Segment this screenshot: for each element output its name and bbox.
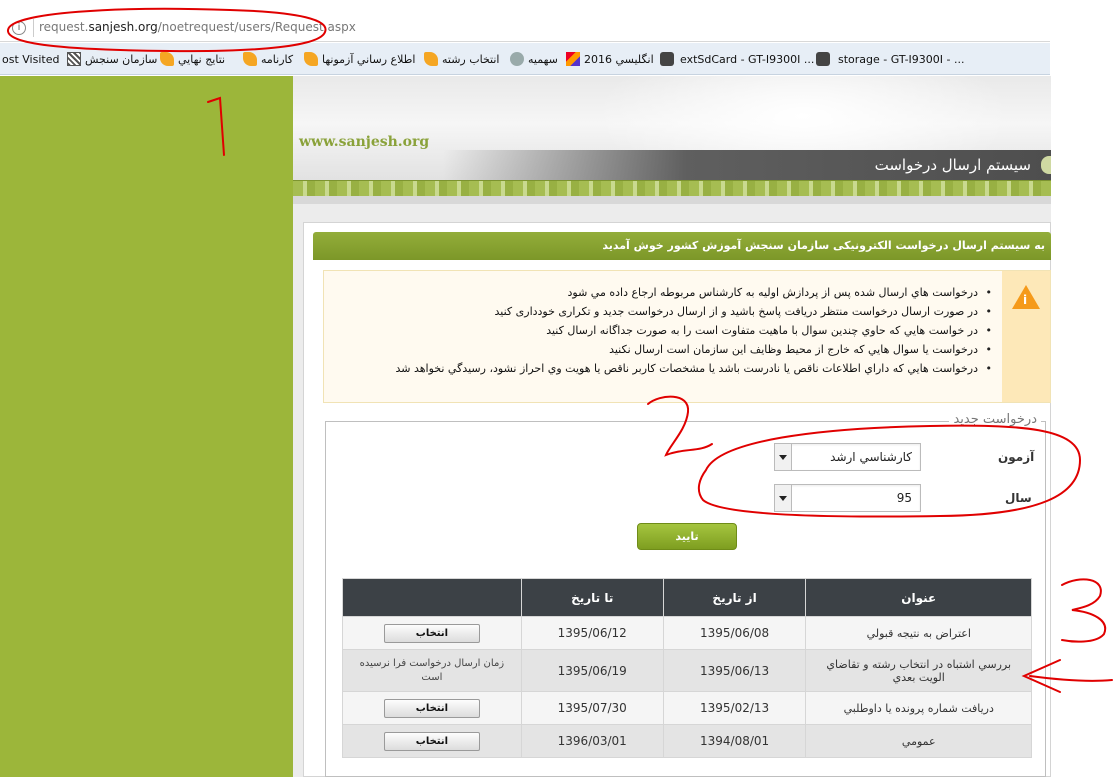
row-from-date: 1395/06/13 bbox=[662, 649, 807, 692]
notice-list: درخواست هاي ارسال شده پس از پردازش اوليه… bbox=[354, 283, 992, 378]
flame-icon bbox=[243, 52, 257, 66]
bookmark-most-visited[interactable]: ost Visited bbox=[2, 53, 59, 66]
table-header-row: عنوان از تاریخ تا تاریخ bbox=[342, 578, 1032, 617]
ornament-strip bbox=[293, 180, 1051, 196]
row-from-date: 1395/06/08 bbox=[662, 616, 807, 650]
chevron-down-icon[interactable] bbox=[775, 444, 792, 470]
row-to-date: 1395/06/12 bbox=[520, 616, 664, 650]
row-action-cell: انتخاب bbox=[342, 691, 522, 725]
row-from-date: 1394/08/01 bbox=[662, 724, 807, 758]
welcome-bar: به سیستم ارسال درخواست الکترونیکی سازمان… bbox=[313, 232, 1051, 260]
row-action-cell: انتخاب bbox=[342, 616, 522, 650]
bookmark-field-selection[interactable]: انتخاب رشته bbox=[442, 53, 500, 66]
url-path: /noetrequest/users/Request.aspx bbox=[157, 20, 356, 34]
site-url[interactable]: www.sanjesh.org bbox=[299, 134, 429, 150]
page-title: سیستم ارسال درخواست bbox=[874, 156, 1031, 174]
row-title: دريافت شماره پرونده يا داوطلبي bbox=[805, 691, 1032, 725]
year-select-value: 95 bbox=[896, 491, 912, 505]
row-to-date: 1396/03/01 bbox=[520, 724, 664, 758]
row-title: بررسي اشتباه در انتخاب رشته و تقاضاي الو… bbox=[805, 649, 1032, 692]
annotation-label-three: 3 bbox=[0, 0, 1, 1]
bookmark-english[interactable]: 2016 انگليسي bbox=[584, 53, 654, 66]
row-action-cell: انتخاب bbox=[342, 724, 522, 758]
flame-icon bbox=[424, 52, 438, 66]
notice-sidebar: i bbox=[1002, 271, 1050, 402]
notice-item: درخواست هاي ارسال شده پس از پردازش اوليه… bbox=[354, 283, 992, 302]
site-header: www.sanjesh.org سیستم ارسال درخواست bbox=[293, 76, 1051, 196]
table-row: بررسي اشتباه در انتخاب رشته و تقاضاي الو… bbox=[342, 649, 1032, 692]
left-sidebar bbox=[0, 76, 293, 777]
title-marker bbox=[1041, 156, 1051, 174]
bookmark-storage[interactable]: storage - GT-I9300I - ... bbox=[838, 53, 965, 66]
select-button[interactable]: انتخاب bbox=[383, 698, 480, 718]
select-button[interactable]: انتخاب bbox=[383, 731, 480, 751]
bookmark-final-results[interactable]: نتايج نهايي bbox=[178, 53, 225, 66]
annotation-label-two: 2 bbox=[0, 0, 1, 1]
select-button[interactable]: انتخاب bbox=[383, 623, 480, 643]
column-header-title: عنوان bbox=[805, 578, 1032, 617]
notice-item: در خواست هايي که حاوي چندين سوال با ماهي… bbox=[354, 321, 992, 340]
confirm-button[interactable]: تایید bbox=[637, 523, 737, 550]
request-types-table: عنوان از تاریخ تا تاریخ اعتراض به نتيجه … bbox=[342, 578, 1032, 758]
url-domain: sanjesh.org bbox=[88, 20, 158, 34]
bookmark-report-card[interactable]: کارنامه bbox=[261, 53, 293, 66]
row-title: عمومي bbox=[805, 724, 1032, 758]
globe-icon bbox=[510, 52, 524, 66]
row-from-date: 1395/02/13 bbox=[662, 691, 807, 725]
bookmark-sanjesh[interactable]: سازمان سنجش bbox=[85, 53, 157, 66]
row-to-date: 1395/06/19 bbox=[520, 649, 664, 692]
bookmarks-toolbar: ost Visited سازمان سنجش نتايج نهايي کارن… bbox=[0, 43, 1050, 75]
notice-item: در صورت ارسال درخواست منتظر دریافت پاسخ … bbox=[354, 302, 993, 321]
welcome-text: به سیستم ارسال درخواست الکترونیکی سازمان… bbox=[602, 239, 1045, 252]
column-header-action bbox=[342, 578, 522, 617]
right-margin bbox=[1051, 0, 1113, 777]
url-text[interactable]: request.sanjesh.org/noetrequest/users/Re… bbox=[39, 20, 356, 34]
table-row: عمومي 1394/08/01 1396/03/01 انتخاب bbox=[342, 724, 1032, 758]
notice-box: i درخواست هاي ارسال شده پس از پردازش اول… bbox=[323, 270, 1051, 403]
column-header-from: از تاریخ bbox=[662, 578, 807, 617]
title-bar: سیستم ارسال درخواست bbox=[443, 150, 1051, 180]
annotation-label-one: 1 bbox=[0, 0, 1, 1]
url-separator bbox=[33, 19, 34, 37]
table-row: اعتراض به نتيجه قبولي 1395/06/08 1395/06… bbox=[342, 616, 1032, 650]
url-prefix: request. bbox=[39, 20, 89, 34]
info-icon[interactable]: i bbox=[12, 21, 26, 35]
year-select[interactable]: 95 bbox=[774, 484, 921, 512]
table-row: دريافت شماره پرونده يا داوطلبي 1395/02/1… bbox=[342, 691, 1032, 725]
notice-item: درخواست يا سوال هايي که خارج از محيط وظا… bbox=[354, 340, 992, 359]
warning-icon: i bbox=[1012, 285, 1040, 309]
fieldset-legend: درخواست جدید bbox=[949, 412, 1041, 427]
bookmark-quota[interactable]: سهميه bbox=[528, 53, 558, 66]
exam-label: آزمون bbox=[998, 450, 1035, 464]
year-label: سال bbox=[1005, 491, 1032, 505]
row-title: اعتراض به نتيجه قبولي bbox=[805, 616, 1032, 650]
wifi-icon bbox=[816, 52, 830, 66]
wifi-icon bbox=[660, 52, 674, 66]
notice-item: درخواست هايي که داراي اطلاعات ناقص يا نا… bbox=[354, 359, 992, 378]
address-bar[interactable]: i request.sanjesh.org/noetrequest/users/… bbox=[0, 12, 1050, 42]
row-to-date: 1395/07/30 bbox=[520, 691, 664, 725]
bookmark-extsdcard[interactable]: extSdCard - GT-I9300I ... bbox=[680, 53, 814, 66]
flame-icon bbox=[304, 52, 318, 66]
cube-icon bbox=[566, 52, 580, 66]
chevron-down-icon[interactable] bbox=[775, 485, 792, 511]
bookmark-exam-info[interactable]: اطلاع رساني آزمونها bbox=[322, 53, 415, 66]
column-header-to: تا تاریخ bbox=[520, 578, 664, 617]
exam-select-value: کارشناسي ارشد bbox=[830, 450, 912, 464]
flame-icon bbox=[160, 52, 174, 66]
divider bbox=[293, 196, 1051, 204]
row-status-note: زمان ارسال درخواست فرا نرسيده است bbox=[342, 649, 522, 692]
exam-select[interactable]: کارشناسي ارشد bbox=[774, 443, 921, 471]
sanjesh-icon bbox=[67, 52, 81, 66]
